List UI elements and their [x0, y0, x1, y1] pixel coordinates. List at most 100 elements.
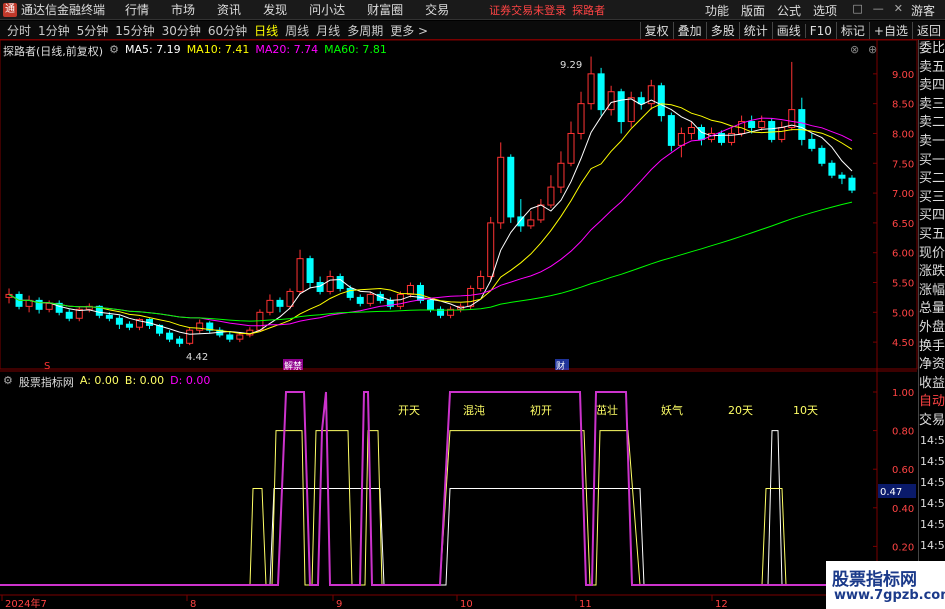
side-field-9[interactable]: 买四: [919, 207, 945, 226]
price-label: 7.00: [892, 189, 914, 200]
indicator-name[interactable]: 股票指标网: [19, 374, 74, 390]
close-icon[interactable]: ✕: [894, 2, 903, 15]
close-panel-icon[interactable]: ⊗: [850, 43, 859, 56]
gear-icon[interactable]: ⚙: [109, 43, 119, 59]
menu-ask[interactable]: 问小达: [309, 1, 345, 18]
menu-layout[interactable]: 版面: [741, 2, 765, 19]
price-label: 6.00: [892, 249, 914, 260]
sub-axis-label: 1.00: [892, 388, 914, 399]
login-status[interactable]: 证券交易未登录: [489, 2, 566, 18]
menu-formula[interactable]: 公式: [777, 2, 801, 19]
expand-panel-icon[interactable]: ⊕: [868, 43, 877, 56]
candle: [517, 199, 525, 232]
tool-overlay[interactable]: 叠加: [672, 22, 706, 39]
side-field-15[interactable]: 外盘: [919, 319, 945, 338]
side-field-6[interactable]: 买一: [919, 152, 945, 171]
menu-market[interactable]: 市场: [171, 1, 195, 18]
tool-back[interactable]: 返回: [911, 22, 945, 39]
period-1min[interactable]: 1分钟: [38, 22, 70, 39]
tool-multi-stock[interactable]: 多股: [705, 22, 739, 39]
candle: [35, 297, 43, 314]
tool-stats[interactable]: 统计: [738, 22, 772, 39]
side-field-12[interactable]: 涨跌: [919, 263, 945, 282]
price-chart[interactable]: 9.00 8.50 8.00 7.50 7.00 6.50 6.00 5.50 5.00 4.50…: [0, 40, 918, 609]
stock-title[interactable]: 探路者(日线,前复权): [3, 43, 103, 59]
price-label: 9.00: [892, 70, 914, 81]
menu-news[interactable]: 资讯: [217, 1, 241, 18]
side-field-4[interactable]: 卖二: [919, 114, 945, 133]
side-field-17[interactable]: 净资: [919, 356, 945, 375]
menu-wealth[interactable]: 财富圈: [367, 1, 403, 18]
menu-discover[interactable]: 发现: [263, 1, 287, 18]
candle: [306, 255, 314, 289]
indicator-b-line: [0, 430, 877, 586]
menu-trade[interactable]: 交易: [425, 1, 449, 18]
side-field-1[interactable]: 卖五: [919, 59, 945, 78]
side-trade[interactable]: 交易: [919, 412, 945, 431]
side-field-13[interactable]: 涨幅: [919, 282, 945, 301]
period-60min[interactable]: 60分钟: [208, 22, 247, 39]
candles: [5, 56, 856, 347]
side-field-14[interactable]: 总量: [919, 300, 945, 319]
period-15min[interactable]: 15分钟: [115, 22, 154, 39]
side-field-16[interactable]: 换手: [919, 338, 945, 357]
candle: [316, 276, 324, 295]
tool-add-watchlist[interactable]: +自选: [868, 22, 912, 39]
candle: [55, 300, 63, 316]
side-field-10[interactable]: 买五: [919, 226, 945, 245]
period-5min[interactable]: 5分钟: [77, 22, 109, 39]
candle: [196, 319, 204, 334]
side-field-11[interactable]: 现价: [919, 245, 945, 264]
side-time-1: 14:56: [920, 455, 945, 469]
side-field-0[interactable]: 委比: [919, 40, 945, 59]
indicator-d: D: 0.00: [170, 374, 211, 387]
candle: [527, 210, 535, 229]
cai-marker: 财: [556, 360, 565, 372]
period-monthly[interactable]: 月线: [316, 22, 340, 39]
tool-draw[interactable]: 画线: [771, 22, 805, 39]
side-field-7[interactable]: 买二: [919, 170, 945, 189]
x-axis-label: 12: [715, 599, 728, 609]
side-field-2[interactable]: 卖四: [919, 77, 945, 96]
side-field-3[interactable]: 卖三: [919, 96, 945, 115]
candle: [828, 160, 836, 179]
candle: [537, 199, 545, 223]
ma20-value: MA20: 7.74: [255, 43, 319, 56]
period-weekly[interactable]: 周线: [285, 22, 309, 39]
gear-icon[interactable]: ⚙: [3, 374, 13, 390]
period-30min[interactable]: 30分钟: [162, 22, 201, 39]
candle: [437, 306, 445, 319]
side-field-8[interactable]: 买三: [919, 189, 945, 208]
menu-options[interactable]: 选项: [813, 2, 837, 19]
period-multi[interactable]: 多周期: [347, 22, 383, 39]
candle: [607, 85, 615, 116]
tool-mark[interactable]: 标记: [835, 22, 869, 39]
candle: [336, 273, 344, 292]
sub-label-hundun: 混沌: [463, 404, 485, 417]
tool-f10[interactable]: F10: [804, 23, 836, 38]
indicator-a-line: [0, 430, 877, 586]
sub-label-chukai: 初开: [530, 403, 552, 417]
side-field-5[interactable]: 卖一: [919, 133, 945, 152]
menu-quotes[interactable]: 行情: [125, 1, 149, 18]
menu-function[interactable]: 功能: [705, 2, 729, 19]
x-axis-label: 9: [336, 599, 342, 609]
candle: [206, 321, 214, 334]
candle: [667, 112, 675, 152]
sub-label-20days: 20天: [728, 404, 753, 417]
period-more[interactable]: 更多 >: [390, 22, 428, 39]
candle: [818, 145, 826, 167]
ma20-line: [8, 117, 853, 327]
maximize-icon[interactable]: □: [852, 2, 862, 15]
candle: [25, 295, 33, 313]
side-auto[interactable]: 自动: [919, 393, 945, 412]
candle: [447, 306, 455, 319]
candle: [697, 124, 705, 146]
minimize-icon[interactable]: —: [873, 2, 884, 15]
guest-label[interactable]: 游客: [911, 2, 935, 19]
tool-adjust[interactable]: 复权: [639, 22, 673, 39]
period-intraday[interactable]: 分时: [7, 22, 31, 39]
side-field-18[interactable]: 收益: [919, 375, 945, 394]
period-daily[interactable]: 日线: [254, 22, 278, 39]
candle: [848, 175, 856, 194]
